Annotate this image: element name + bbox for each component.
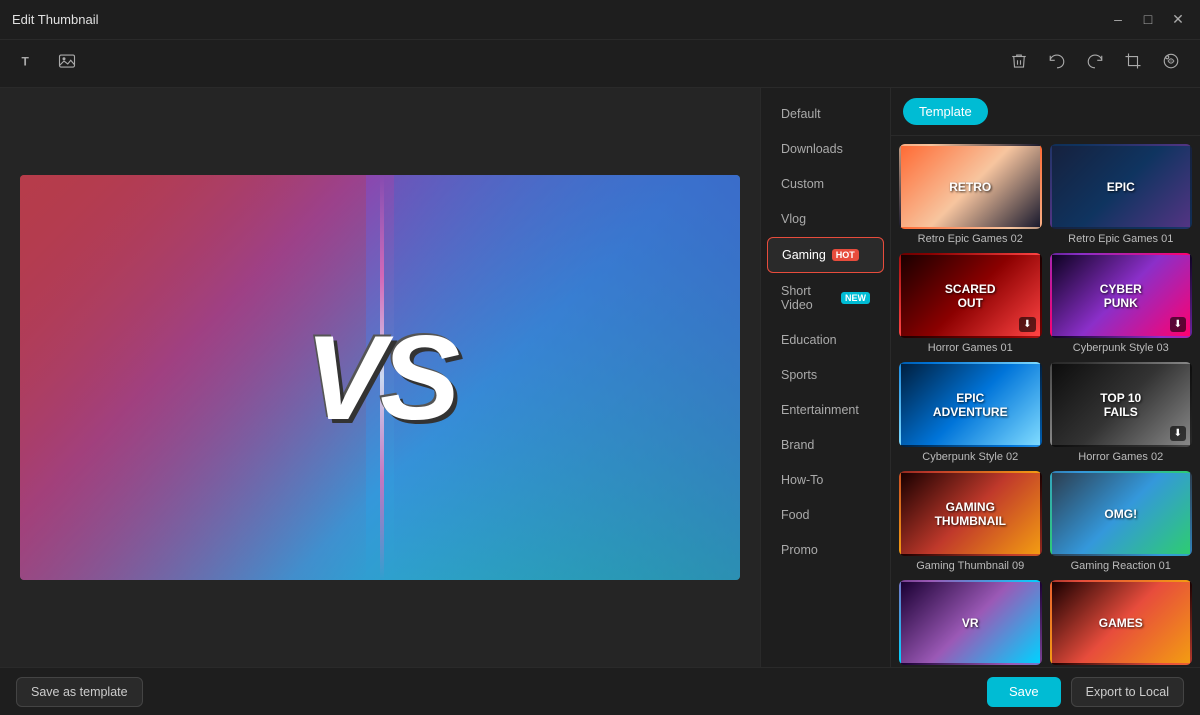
sidebar-item-label: Vlog: [781, 212, 806, 226]
canvas-area: VS: [0, 88, 760, 667]
right-panel: Default Downloads Custom Vlog Gaming HOT Short…: [760, 88, 1200, 667]
template-thumb-text: EPIC ADVENTURE: [933, 391, 1008, 419]
bottom-bar: Save as template Save Export to Local: [0, 667, 1200, 715]
close-button[interactable]: ✕: [1168, 11, 1188, 28]
template-label-retro-epic-02: Retro Epic Games 02: [899, 233, 1042, 245]
badge-hot: HOT: [832, 249, 859, 261]
canvas-vs-text: VS: [305, 309, 455, 447]
sidebar-item-label: Food: [781, 508, 810, 522]
download-badge: ⬇: [1170, 317, 1186, 332]
delete-icon[interactable]: [1006, 48, 1032, 79]
template-label-gaming-09: Gaming Thumbnail 09: [899, 560, 1042, 572]
template-label-gaming-reaction: Gaming Reaction 01: [1050, 560, 1193, 572]
template-label-cyberpunk-02: Cyberpunk Style 02: [899, 451, 1042, 463]
sidebar-item-sports[interactable]: Sports: [767, 358, 884, 392]
template-thumb-text: GAMING THUMBNAIL: [935, 500, 1006, 528]
minimize-button[interactable]: –: [1108, 11, 1128, 28]
title-bar: Edit Thumbnail – □ ✕: [0, 0, 1200, 40]
sidebar-item-label: How-To: [781, 473, 823, 487]
sidebar-item-food[interactable]: Food: [767, 498, 884, 532]
template-thumb-gaming-reaction: OMG!: [1050, 471, 1193, 556]
template-label-horror-02: Horror Games 02: [1050, 451, 1193, 463]
sidebar-item-education[interactable]: Education: [767, 323, 884, 357]
template-header: Template: [891, 88, 1200, 136]
sidebar-item-short-video[interactable]: Short Video NEW: [767, 274, 884, 322]
export-button[interactable]: Export to Local: [1071, 677, 1184, 707]
sidebar-item-label: Sports: [781, 368, 817, 382]
sidebar-item-label: Gaming: [782, 248, 826, 262]
sidebar-item-downloads[interactable]: Downloads: [767, 132, 884, 166]
redo-icon[interactable]: [1082, 48, 1108, 79]
image-icon[interactable]: [54, 48, 80, 79]
template-thumb-text: TOP 10 FAILS: [1100, 391, 1141, 419]
main-content: VS Default Downloads Custom Vlog Gaming HOT Sh…: [0, 88, 1200, 667]
svg-text:T: T: [22, 55, 30, 69]
template-item-horror-02[interactable]: TOP 10 FAILS ⬇ Horror Games 02: [1050, 362, 1193, 463]
template-panel: Template RETRO Retro Epic Games 02 EPIC Ret…: [891, 88, 1200, 667]
download-badge: ⬇: [1170, 426, 1186, 441]
badge-new: NEW: [841, 292, 870, 304]
sidebar-item-label: Brand: [781, 438, 814, 452]
template-item-retro-epic-01[interactable]: EPIC Retro Epic Games 01: [1050, 144, 1193, 245]
sidebar-item-label: Education: [781, 333, 837, 347]
save-template-button[interactable]: Save as template: [16, 677, 143, 707]
template-thumb-gaming-02: VR: [899, 580, 1042, 665]
template-item-retro-epic-02[interactable]: RETRO Retro Epic Games 02: [899, 144, 1042, 245]
crop-icon[interactable]: [1120, 48, 1146, 79]
template-label-retro-epic-01: Retro Epic Games 01: [1050, 233, 1193, 245]
toolbar: T: [0, 40, 1200, 88]
template-tab[interactable]: Template: [903, 98, 988, 125]
template-label-cyberpunk-03: Cyberpunk Style 03: [1050, 342, 1193, 354]
download-badge: ⬇: [1019, 317, 1035, 332]
template-thumb-retro-epic-01: EPIC: [1050, 144, 1193, 229]
template-thumb-text: GAMES: [1099, 616, 1143, 630]
window-controls: – □ ✕: [1108, 11, 1188, 28]
sidebar-item-label: Downloads: [781, 142, 843, 156]
sidebar-item-gaming[interactable]: Gaming HOT: [767, 237, 884, 273]
sidebar-item-custom[interactable]: Custom: [767, 167, 884, 201]
category-sidebar: Default Downloads Custom Vlog Gaming HOT Short…: [761, 88, 891, 667]
sidebar-item-brand[interactable]: Brand: [767, 428, 884, 462]
template-item-cyberpunk-02[interactable]: EPIC ADVENTURE Cyberpunk Style 02: [899, 362, 1042, 463]
save-button[interactable]: Save: [987, 677, 1061, 707]
template-item-gaming-02[interactable]: VRGaming 02: [899, 580, 1042, 667]
template-thumb-text: VR: [962, 616, 979, 630]
template-thumb-cyberpunk-03: CYBER PUNK ⬇: [1050, 253, 1193, 338]
template-thumb-horror-01: SCARED OUT ⬇: [899, 253, 1042, 338]
sidebar-item-label: Promo: [781, 543, 818, 557]
template-thumb-gaming-03: GAMES: [1050, 580, 1193, 665]
template-grid: RETRO Retro Epic Games 02 EPIC Retro Epic G…: [891, 136, 1200, 667]
sidebar-item-label: Entertainment: [781, 403, 859, 417]
text-icon[interactable]: T: [16, 48, 42, 79]
sidebar-item-promo[interactable]: Promo: [767, 533, 884, 567]
template-thumb-cyberpunk-02: EPIC ADVENTURE: [899, 362, 1042, 447]
template-item-cyberpunk-03[interactable]: CYBER PUNK ⬇ Cyberpunk Style 03: [1050, 253, 1193, 354]
template-thumb-horror-02: TOP 10 FAILS ⬇: [1050, 362, 1193, 447]
canvas-image[interactable]: VS: [20, 175, 740, 580]
template-thumb-text: CYBER PUNK: [1100, 282, 1142, 310]
bottom-right: Save Export to Local: [987, 677, 1184, 707]
smart-cutout-icon[interactable]: [1158, 48, 1184, 79]
template-thumb-retro-epic-02: RETRO: [899, 144, 1042, 229]
template-thumb-text: SCARED OUT: [945, 282, 996, 310]
window-title: Edit Thumbnail: [12, 12, 98, 27]
template-thumb-text: EPIC: [1107, 180, 1135, 194]
template-item-gaming-03[interactable]: GAMESGaming 03: [1050, 580, 1193, 667]
template-item-horror-01[interactable]: SCARED OUT ⬇ Horror Games 01: [899, 253, 1042, 354]
sidebar-item-how-to[interactable]: How-To: [767, 463, 884, 497]
undo-icon[interactable]: [1044, 48, 1070, 79]
sidebar-item-label: Short Video: [781, 284, 835, 312]
sidebar-item-vlog[interactable]: Vlog: [767, 202, 884, 236]
sidebar-item-label: Custom: [781, 177, 824, 191]
maximize-button[interactable]: □: [1138, 11, 1158, 28]
sidebar-item-entertainment[interactable]: Entertainment: [767, 393, 884, 427]
template-thumb-text: OMG!: [1104, 507, 1137, 521]
template-label-horror-01: Horror Games 01: [899, 342, 1042, 354]
template-item-gaming-09[interactable]: GAMING THUMBNAIL Gaming Thumbnail 09: [899, 471, 1042, 572]
template-item-gaming-reaction[interactable]: OMG! Gaming Reaction 01: [1050, 471, 1193, 572]
sidebar-item-label: Default: [781, 107, 821, 121]
template-thumb-text: RETRO: [949, 180, 991, 194]
template-thumb-gaming-09: GAMING THUMBNAIL: [899, 471, 1042, 556]
sidebar-item-default[interactable]: Default: [767, 97, 884, 131]
